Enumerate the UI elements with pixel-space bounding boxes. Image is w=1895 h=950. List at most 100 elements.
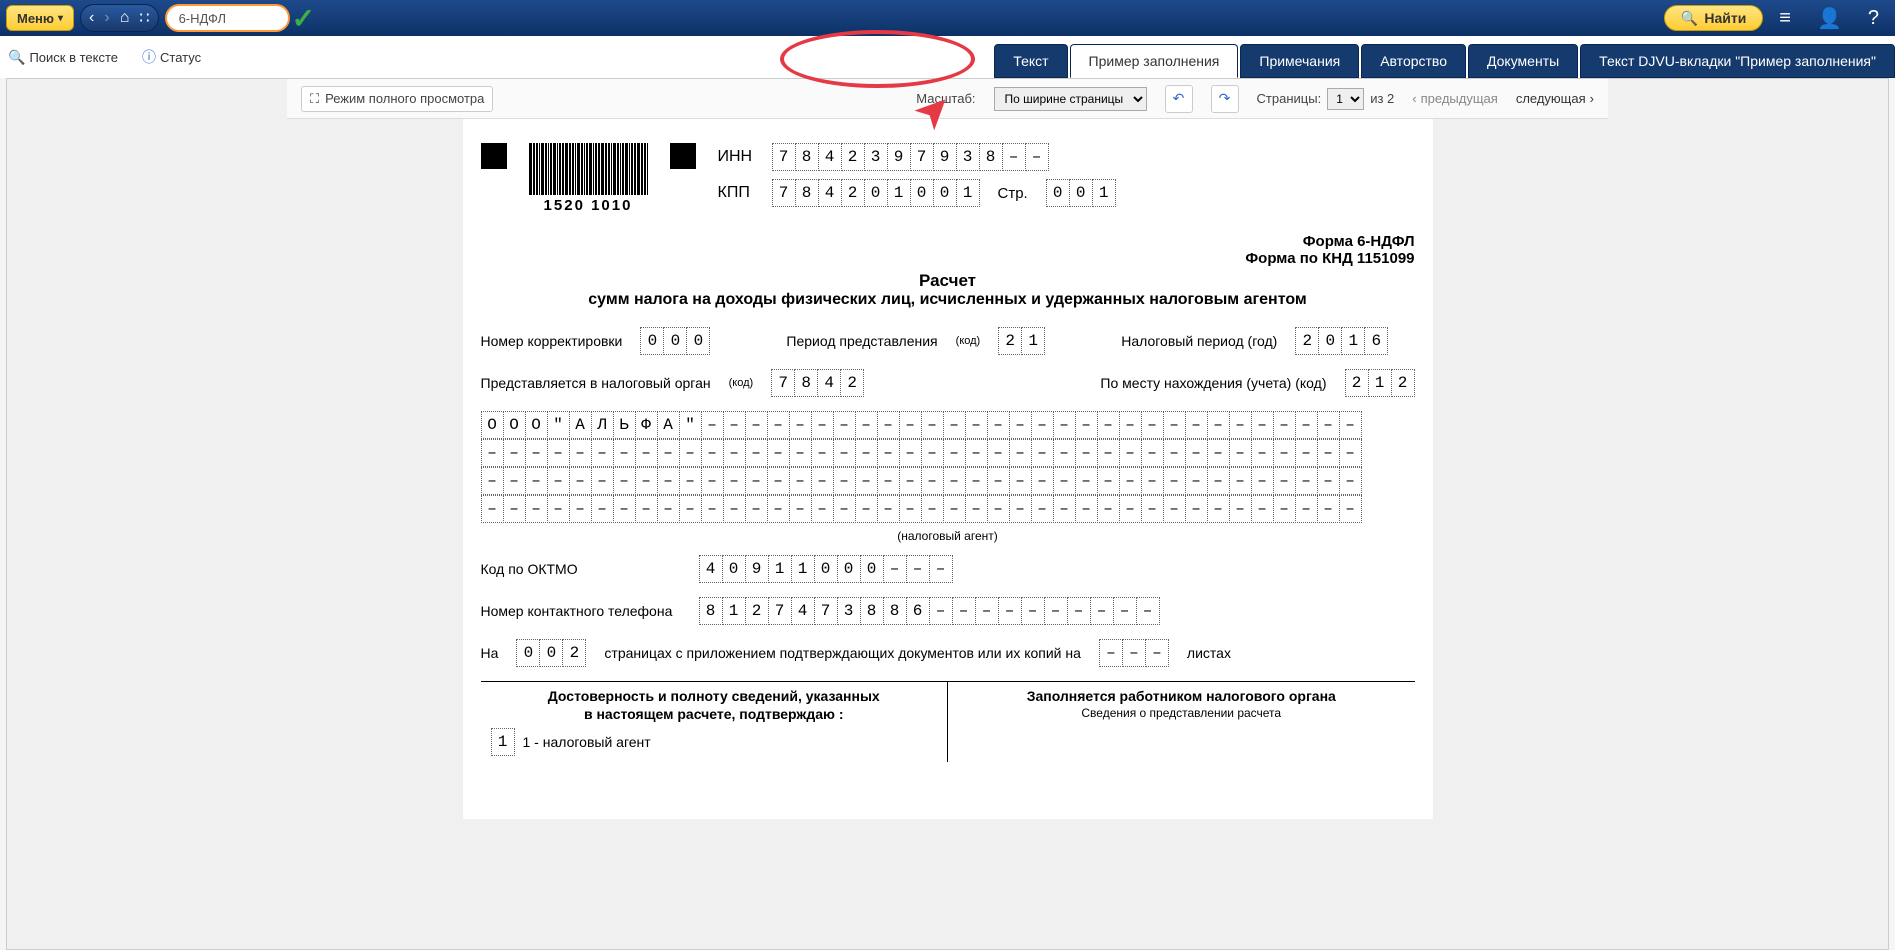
cell: Л (591, 411, 614, 439)
cell: – (525, 495, 548, 523)
page-select[interactable]: 1 (1327, 88, 1364, 110)
cell: – (1317, 467, 1340, 495)
cell: – (481, 439, 504, 467)
cell: – (1075, 439, 1098, 467)
prev-page-button[interactable]: ‹ предыдущая (1412, 91, 1498, 106)
cell: 7 (768, 597, 792, 625)
back-icon[interactable]: ‹ (89, 9, 94, 27)
pages-label: Страницы: (1257, 91, 1322, 106)
company-name-row-3: –––––––––––––––––––––––––––––––––––––––– (481, 495, 1415, 523)
hamburger-icon[interactable]: ≡ (1769, 7, 1801, 30)
pagescount-cells: 002 (516, 639, 586, 667)
cell: – (965, 495, 988, 523)
cell: 6 (1364, 327, 1388, 355)
cell: 8 (795, 179, 819, 207)
page-of-label: из 2 (1370, 91, 1394, 106)
cell: – (1021, 597, 1045, 625)
fullview-button[interactable]: ⛶ Режим полного просмотра (301, 86, 493, 112)
cell: – (1185, 495, 1208, 523)
cell: 0 (910, 179, 934, 207)
sheets-label: листах (1187, 645, 1231, 661)
tab-example[interactable]: Пример заполнения (1070, 44, 1239, 78)
cell: – (1067, 597, 1091, 625)
correction-cells: 000 (640, 327, 710, 355)
tab-text[interactable]: Текст (994, 44, 1067, 78)
profile-icon[interactable]: 👤 (1807, 6, 1852, 31)
cell: – (1097, 467, 1120, 495)
menu-button[interactable]: Меню (6, 5, 74, 31)
rotate-right-button[interactable]: ↷ (1211, 85, 1239, 113)
search-in-text-link[interactable]: 🔍 Поиск в тексте (8, 49, 118, 66)
location-cells: 212 (1345, 369, 1415, 397)
phone-cells: 8127473886–––––––––– (699, 597, 1160, 625)
form-name: Форма 6-НДФЛ (481, 233, 1415, 250)
cell: – (921, 495, 944, 523)
cell: – (943, 495, 966, 523)
organ-label: Представляется в налоговый орган (481, 375, 711, 391)
tab-documents[interactable]: Документы (1468, 44, 1578, 78)
cell: 2 (998, 327, 1022, 355)
cell: – (877, 439, 900, 467)
cell: 8 (883, 597, 907, 625)
cell: – (745, 411, 768, 439)
marker-square-left (481, 143, 507, 169)
cell: А (657, 411, 680, 439)
cell: – (965, 411, 988, 439)
tab-djvu[interactable]: Текст DJVU-вкладки "Пример заполнения" (1580, 44, 1895, 78)
cell: 2 (562, 639, 586, 667)
tab-notes[interactable]: Примечания (1240, 44, 1359, 78)
cell: 7 (814, 597, 838, 625)
pages-mid-label: страницах с приложением подтверждающих д… (604, 645, 1081, 661)
cell: 0 (814, 555, 838, 583)
cell: – (1119, 439, 1142, 467)
rotate-left-button[interactable]: ↶ (1165, 85, 1193, 113)
cell: – (613, 495, 636, 523)
cell: – (1009, 411, 1032, 439)
scale-select[interactable]: По ширине страницы (994, 87, 1147, 111)
cell: – (833, 495, 856, 523)
nav-pill: ‹ › ⌂ ∷ (80, 4, 159, 32)
chevron-left-icon: ‹ (1412, 91, 1416, 106)
location-label: По месту нахождения (учета) (код) (1100, 375, 1326, 391)
cell: – (679, 467, 702, 495)
cell: – (1002, 143, 1026, 171)
next-page-button[interactable]: следующая › (1516, 91, 1594, 106)
cell: – (1207, 439, 1230, 467)
cell: 0 (640, 327, 664, 355)
cell: – (1163, 495, 1186, 523)
cell: – (1053, 411, 1076, 439)
find-button[interactable]: 🔍 Найти (1664, 5, 1763, 31)
cell: – (1025, 143, 1049, 171)
cell: – (899, 467, 922, 495)
cell: – (1295, 439, 1318, 467)
cell: А (569, 411, 592, 439)
cell: – (811, 411, 834, 439)
cell: – (855, 439, 878, 467)
cell: – (701, 495, 724, 523)
cell: 0 (933, 179, 957, 207)
cell: 1 (1341, 327, 1365, 355)
help-icon[interactable]: ? (1858, 7, 1889, 30)
cell: 1 (1368, 369, 1392, 397)
cell: – (1295, 495, 1318, 523)
cell: – (481, 467, 504, 495)
apps-icon[interactable]: ∷ (139, 8, 149, 28)
home-icon[interactable]: ⌂ (120, 9, 130, 27)
cell: – (1251, 411, 1274, 439)
cell: – (1031, 467, 1054, 495)
cell: – (1119, 411, 1142, 439)
cell: – (855, 467, 878, 495)
correction-label: Номер корректировки (481, 333, 623, 349)
cell: – (877, 411, 900, 439)
form-title: Расчет (481, 271, 1415, 291)
cell: 0 (686, 327, 710, 355)
status-link[interactable]: Статус (142, 47, 201, 67)
cell: – (1229, 411, 1252, 439)
search-input[interactable]: 6-НДФЛ (165, 4, 290, 32)
cell: – (1097, 439, 1120, 467)
cell: – (1339, 439, 1362, 467)
cell: – (1053, 495, 1076, 523)
tab-authorship[interactable]: Авторство (1361, 44, 1466, 78)
cell: – (1097, 411, 1120, 439)
cell: 0 (1046, 179, 1070, 207)
